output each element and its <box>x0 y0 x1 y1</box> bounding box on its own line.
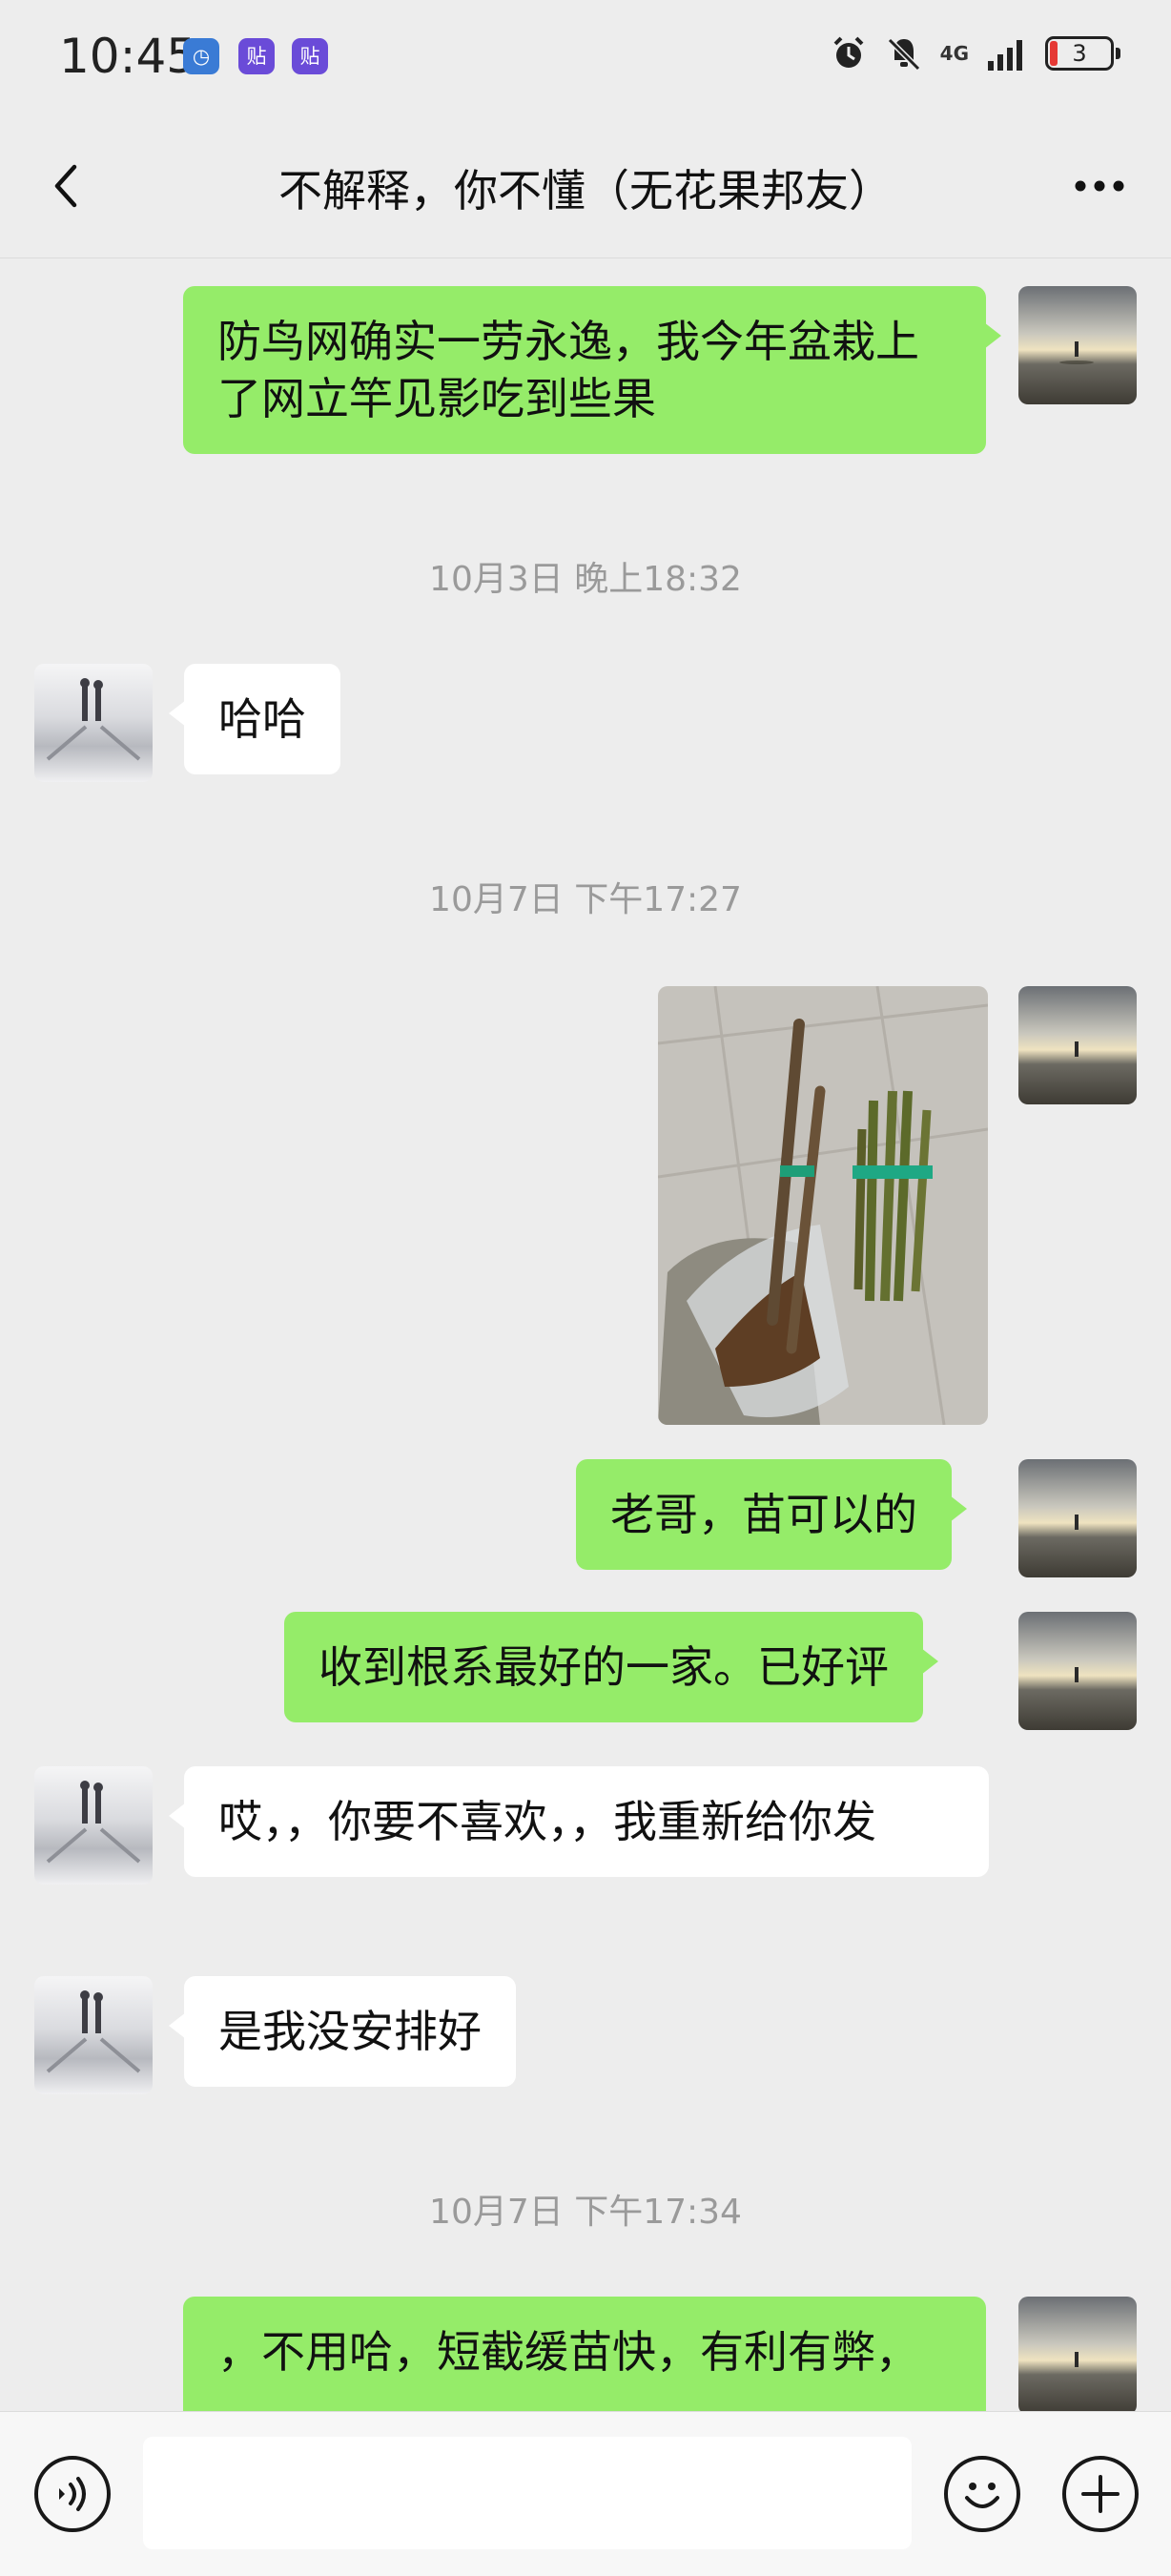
contact-avatar[interactable] <box>34 1976 153 2094</box>
message-timestamp: 10月7日 下午17:34 <box>429 2193 742 2232</box>
message-bubble[interactable]: 哎，，你要不喜欢，，我重新给你发 <box>169 1766 989 1877</box>
battery-icon: 3 <box>1045 36 1120 71</box>
status-bar: 10:45 ◷ 贴 贴 4G 3 <box>0 0 1171 114</box>
my-avatar[interactable] <box>1018 286 1137 404</box>
message-bubble[interactable]: 是我没安排好 <box>169 1976 516 2087</box>
message-bubble[interactable]: ，不用哈，短截缓苗快，有利有弊， <box>183 2297 986 2430</box>
status-time: 10:45 <box>59 29 197 84</box>
message-timestamp: 10月3日 晚上18:32 <box>429 560 742 599</box>
my-avatar[interactable] <box>1018 1459 1137 1577</box>
message-input-bar <box>0 2411 1171 2576</box>
chat-header: 不解释，你不懂（无花果邦友） <box>0 114 1171 258</box>
chat-title: 不解释，你不懂（无花果邦友） <box>278 165 893 216</box>
contact-avatar[interactable] <box>34 1766 153 1885</box>
message-input[interactable] <box>143 2437 912 2549</box>
plus-icon[interactable] <box>1062 2456 1139 2532</box>
message-bubble[interactable]: 防鸟网确实一劳永逸，我今年盆栽上了网立竿见影吃到些果 <box>183 286 1001 454</box>
emoji-icon[interactable] <box>944 2456 1020 2532</box>
tieba-icon: 贴 <box>238 38 275 74</box>
voice-icon[interactable] <box>34 2456 111 2532</box>
signal-icon <box>988 40 1022 71</box>
chevron-left-icon[interactable] <box>38 157 95 215</box>
message-bubble[interactable]: 老哥，苗可以的 <box>576 1459 967 1570</box>
photo-fig-cuttings[interactable] <box>658 986 988 1425</box>
battery-level: 3 <box>1072 40 1087 67</box>
more-icon[interactable] <box>1066 157 1133 215</box>
clock-app-icon: ◷ <box>183 38 219 74</box>
message-bubble[interactable]: 收到根系最好的一家。已好评 <box>284 1612 938 1722</box>
mute-icon <box>887 37 920 72</box>
message-timestamp: 10月7日 下午17:27 <box>429 880 742 919</box>
alarm-icon <box>833 36 864 68</box>
my-avatar[interactable] <box>1018 2297 1137 2415</box>
tieba-icon: 贴 <box>292 38 328 74</box>
my-avatar[interactable] <box>1018 986 1137 1104</box>
message-bubble[interactable]: 哈哈 <box>169 664 340 774</box>
contact-avatar[interactable] <box>34 664 153 782</box>
my-avatar[interactable] <box>1018 1612 1137 1730</box>
network-type: 4G <box>939 42 969 65</box>
